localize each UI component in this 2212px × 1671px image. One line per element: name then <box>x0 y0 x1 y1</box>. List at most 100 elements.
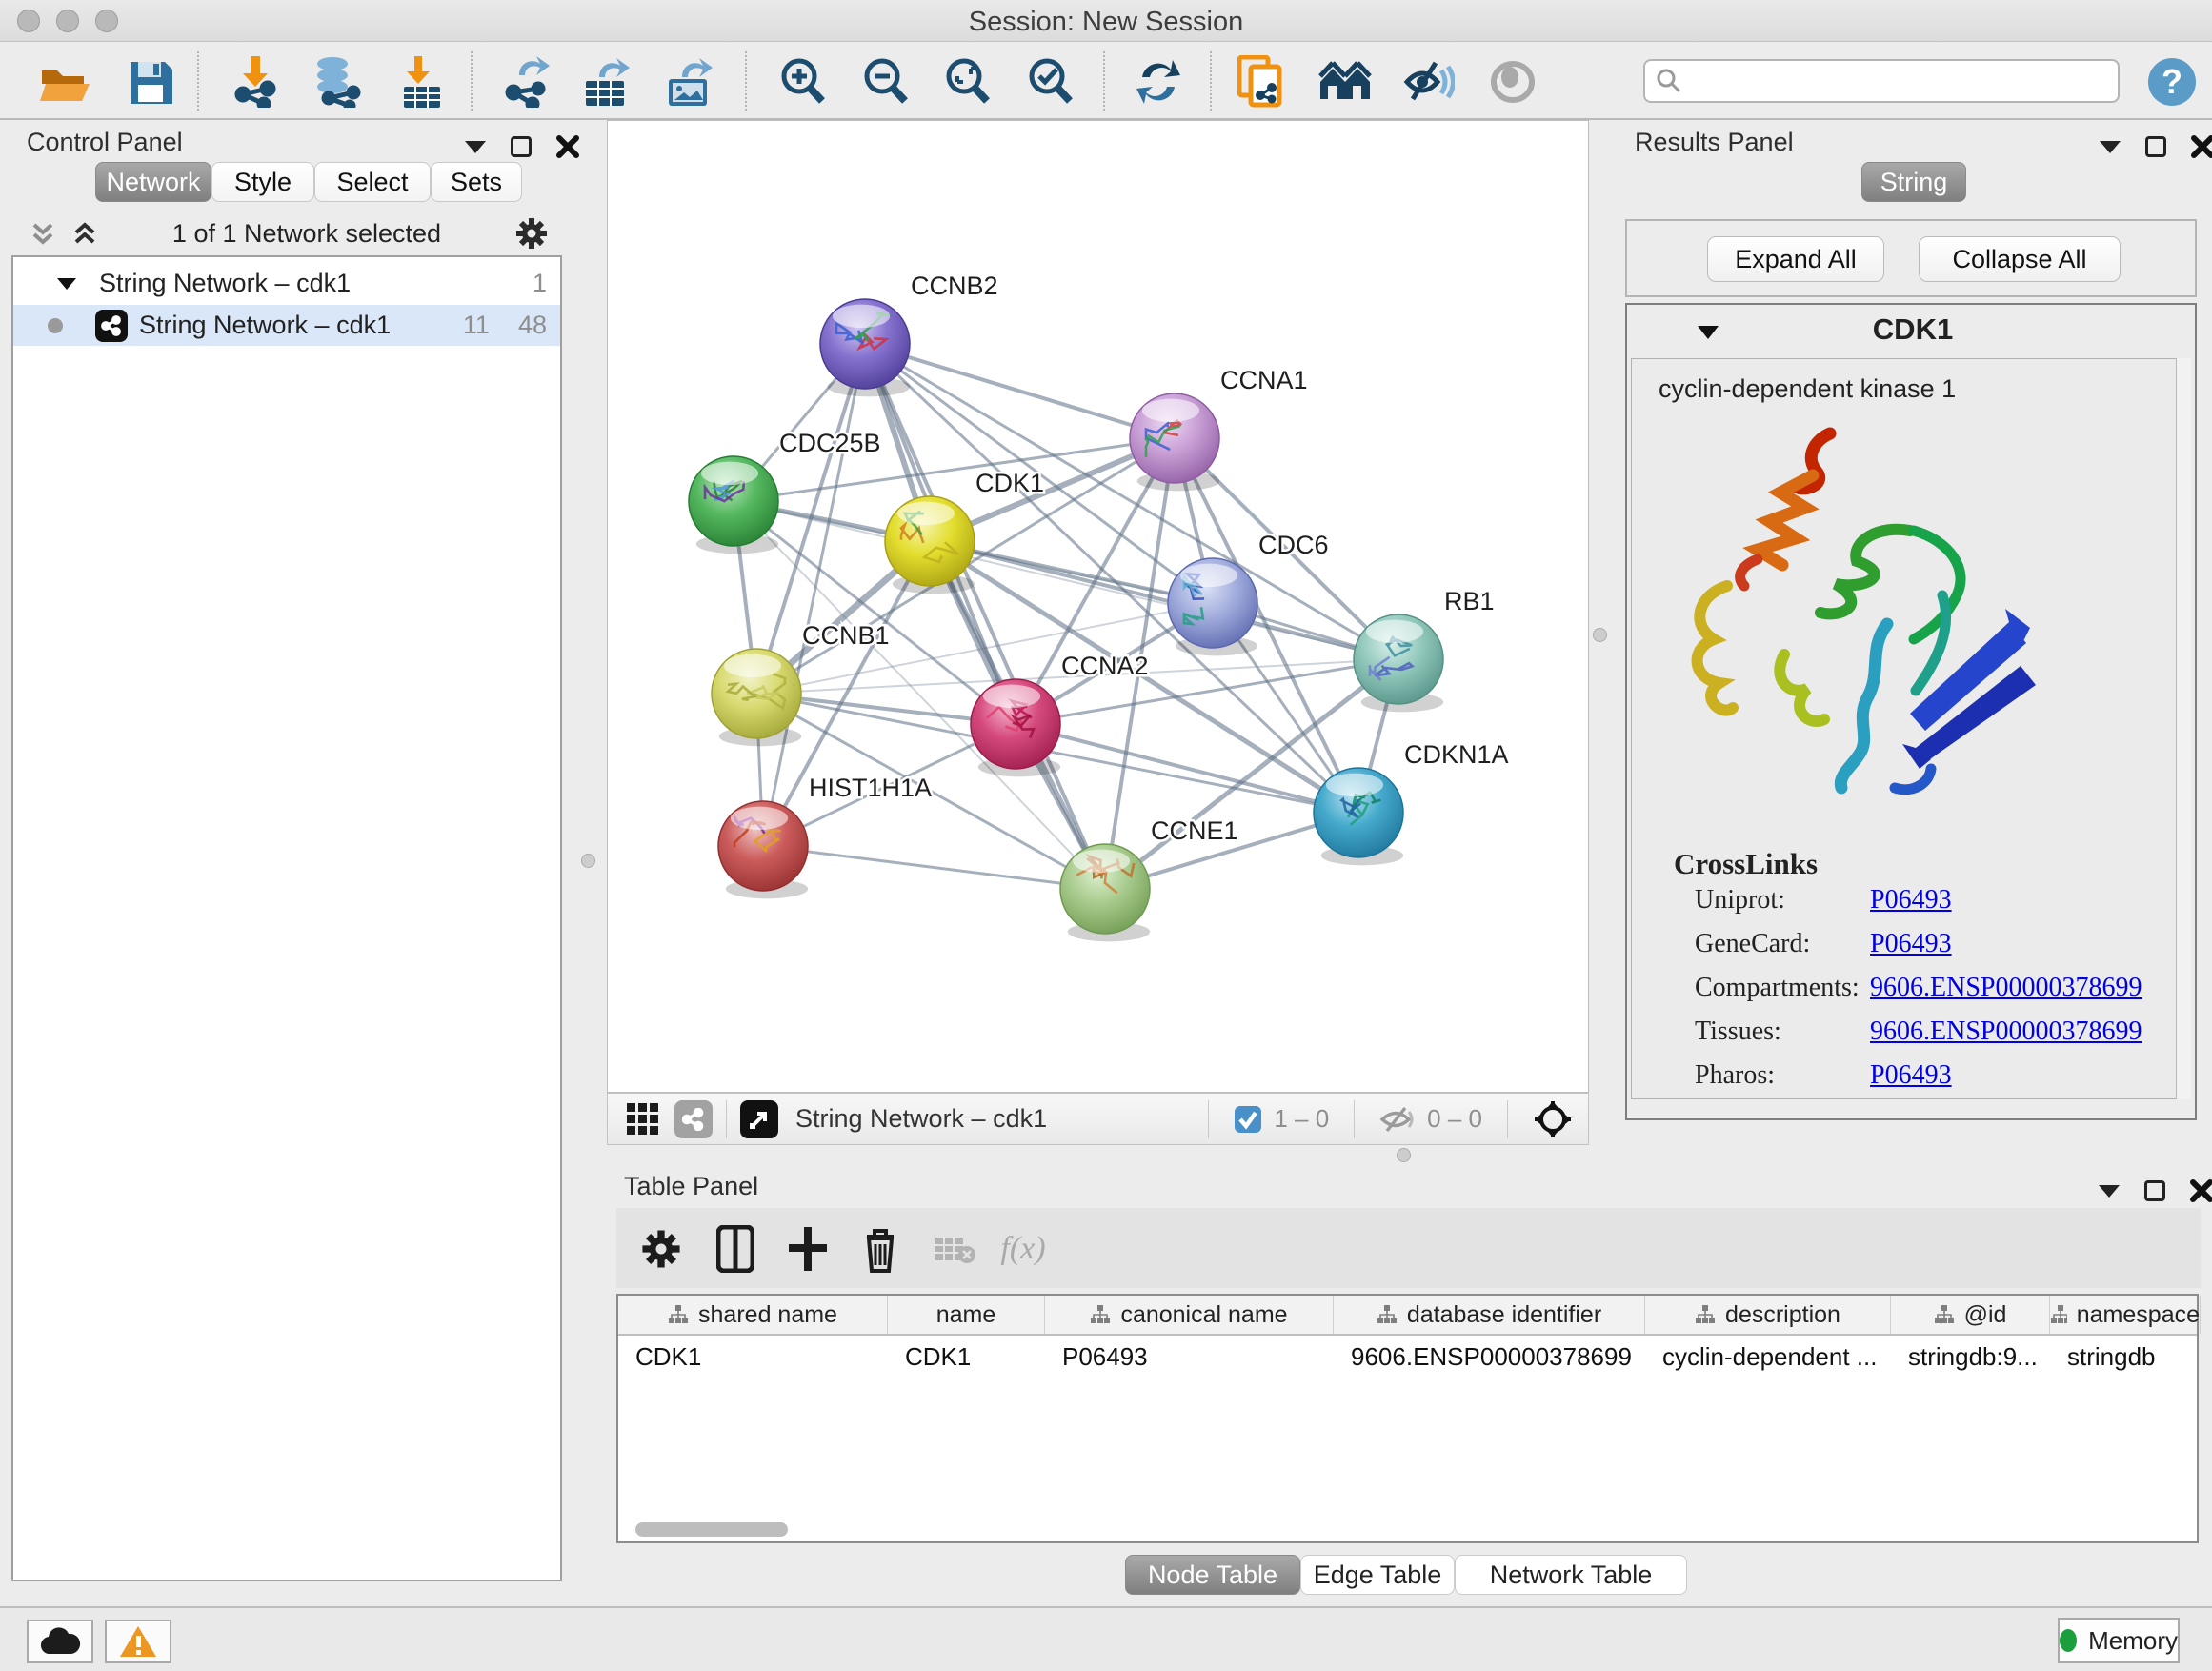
expand-all-button[interactable]: Expand All <box>1707 236 1884 282</box>
save-session-icon[interactable] <box>124 55 177 109</box>
node-CCNA1[interactable]: CCNA1 <box>1130 366 1308 491</box>
table-cell[interactable]: stringdb:9... <box>1891 1336 2050 1378</box>
column-header-0[interactable]: shared name <box>618 1296 888 1334</box>
column-header-4[interactable]: description <box>1645 1296 1891 1334</box>
tab-node-table[interactable]: Node Table <box>1125 1555 1300 1595</box>
delete-column-icon[interactable] <box>853 1221 908 1277</box>
node-label-CCNA2: CCNA2 <box>1061 652 1149 680</box>
grid-view-icon[interactable] <box>625 1101 661 1137</box>
left-splitter-handle[interactable] <box>581 854 595 868</box>
table-cell[interactable]: CDK1 <box>618 1336 888 1378</box>
node-CDC25B[interactable]: CDC25B <box>689 429 881 554</box>
tab-edge-table[interactable]: Edge Table <box>1300 1555 1455 1595</box>
table-cell[interactable]: 9606.ENSP00000378699 <box>1334 1336 1645 1378</box>
table-row[interactable]: CDK1CDK1P064939606.ENSP00000378699cyclin… <box>618 1336 2197 1378</box>
table-horizontal-scrollbar[interactable] <box>635 1522 788 1537</box>
collection-expand-icon[interactable] <box>55 272 78 295</box>
tab-network-table[interactable]: Network Table <box>1455 1555 1687 1595</box>
import-network-file-icon[interactable] <box>229 55 282 109</box>
gene-section-collapse-icon[interactable] <box>1696 322 1720 343</box>
control-panel-close-icon[interactable] <box>556 135 579 158</box>
hide-selected-icon[interactable] <box>1402 55 1456 109</box>
network-view-canvas[interactable]: CCNB2CCNA1CDC25BCDK1CDC6RB1CCNB1CCNA2CDK… <box>607 120 1589 1093</box>
crosslink-compartments-link[interactable]: 9606.ENSP00000378699 <box>1870 973 2142 1003</box>
results-panel-menu-icon[interactable] <box>2100 141 2121 153</box>
column-header-3[interactable]: database identifier <box>1334 1296 1645 1334</box>
collapse-all-button[interactable]: Collapse All <box>1919 236 2121 282</box>
cloud-button[interactable] <box>27 1620 93 1663</box>
table-panel-float-icon[interactable] <box>2144 1180 2165 1201</box>
table-cell[interactable]: P06493 <box>1045 1336 1334 1378</box>
node-CDKN1A[interactable]: CDKN1A <box>1314 740 1509 865</box>
results-panel-close-icon[interactable] <box>2191 135 2212 158</box>
network-options-gear-icon[interactable] <box>514 216 549 251</box>
fit-content-crosshair-icon[interactable] <box>1533 1099 1573 1139</box>
edge-CCNB2-CCNA1[interactable] <box>865 344 1175 438</box>
table-panel-menu-icon[interactable] <box>2099 1185 2120 1198</box>
table-gear-icon[interactable] <box>633 1221 689 1277</box>
zoom-in-icon[interactable] <box>776 55 830 109</box>
tab-network[interactable]: Network <box>95 162 211 202</box>
import-table-file-icon[interactable] <box>395 55 449 109</box>
memory-button[interactable]: Memory <box>2058 1618 2180 1663</box>
results-panel-float-icon[interactable] <box>2145 136 2166 157</box>
node-HIST1H1A[interactable]: HIST1H1A <box>718 774 932 898</box>
tab-select[interactable]: Select <box>314 162 431 202</box>
results-scrollbar[interactable] <box>2176 358 2191 1099</box>
node-label-CCNA1: CCNA1 <box>1220 366 1308 394</box>
open-session-icon[interactable] <box>38 55 91 109</box>
import-network-database-icon[interactable] <box>310 55 363 109</box>
expand-all-networks-icon[interactable] <box>70 219 99 248</box>
right-splitter-handle[interactable] <box>1593 628 1607 642</box>
export-network-icon[interactable] <box>500 55 553 109</box>
string-view-icon[interactable] <box>674 1100 713 1138</box>
table-panel-close-icon[interactable] <box>2190 1179 2212 1202</box>
control-panel-float-icon[interactable] <box>511 136 532 157</box>
birdseye-view-icon[interactable] <box>1318 55 1372 109</box>
search-input[interactable] <box>1683 67 2102 96</box>
show-all-icon[interactable] <box>1486 55 1539 109</box>
zoom-fit-icon[interactable] <box>941 55 995 109</box>
edge-CCNB2-HIST1H1A[interactable] <box>763 344 865 846</box>
window-title: Session: New Session <box>0 7 2212 38</box>
table-cell[interactable]: stringdb <box>2050 1336 2201 1378</box>
table-cell[interactable]: cyclin-dependent ... <box>1645 1336 1891 1378</box>
add-column-icon[interactable] <box>780 1221 835 1277</box>
selected-checkbox-icon[interactable] <box>1234 1105 1262 1134</box>
tab-style[interactable]: Style <box>211 162 314 202</box>
tab-string[interactable]: String <box>1861 162 1966 202</box>
node-CCNB1[interactable]: CCNB1 <box>712 621 890 746</box>
horizontal-splitter-handle[interactable] <box>1397 1148 1411 1162</box>
help-icon[interactable]: ? <box>2145 55 2199 109</box>
show-columns-icon[interactable] <box>708 1221 763 1277</box>
export-image-icon[interactable] <box>665 55 718 109</box>
node-CCNE1[interactable]: CCNE1 <box>1060 816 1238 941</box>
crosslink-genecard-link[interactable]: P06493 <box>1870 929 1952 959</box>
column-header-6[interactable]: namespace <box>2050 1296 2201 1334</box>
node-RB1[interactable]: RB1 <box>1354 587 1495 712</box>
zoom-selected-icon[interactable] <box>1024 55 1077 109</box>
table-header-row: shared name namecanonical namedatabase id… <box>618 1296 2197 1336</box>
control-panel-menu-icon[interactable] <box>465 141 486 153</box>
column-header-5[interactable]: @id <box>1891 1296 2050 1334</box>
column-header-1[interactable]: name <box>888 1296 1045 1334</box>
export-table-icon[interactable] <box>581 55 634 109</box>
edge-HIST1H1A-CCNE1[interactable] <box>763 846 1105 889</box>
table-cell[interactable]: CDK1 <box>888 1336 1045 1378</box>
collapse-all-networks-icon[interactable] <box>29 219 57 248</box>
column-header-2[interactable]: canonical name <box>1045 1296 1334 1334</box>
crosslink-uniprot-link[interactable]: P06493 <box>1870 885 1952 916</box>
open-in-window-icon[interactable] <box>740 1100 778 1138</box>
network-row[interactable]: String Network – cdk1 11 48 <box>13 305 560 346</box>
crosslink-tissues-link[interactable]: 9606.ENSP00000378699 <box>1870 1017 2142 1047</box>
crosslink-pharos-link[interactable]: P06493 <box>1870 1060 1952 1091</box>
node-label-CCNE1: CCNE1 <box>1151 816 1238 845</box>
edge-CCNB2-CCNE1[interactable] <box>865 344 1105 889</box>
refresh-view-icon[interactable] <box>1132 55 1185 109</box>
tab-sets[interactable]: Sets <box>431 162 522 202</box>
warning-button[interactable] <box>105 1620 171 1663</box>
zoom-out-icon[interactable] <box>859 55 913 109</box>
column-header-label: shared name <box>698 1301 837 1329</box>
network-collection-row[interactable]: String Network – cdk1 1 <box>13 263 560 304</box>
network-snapshot-icon[interactable] <box>1235 55 1288 109</box>
